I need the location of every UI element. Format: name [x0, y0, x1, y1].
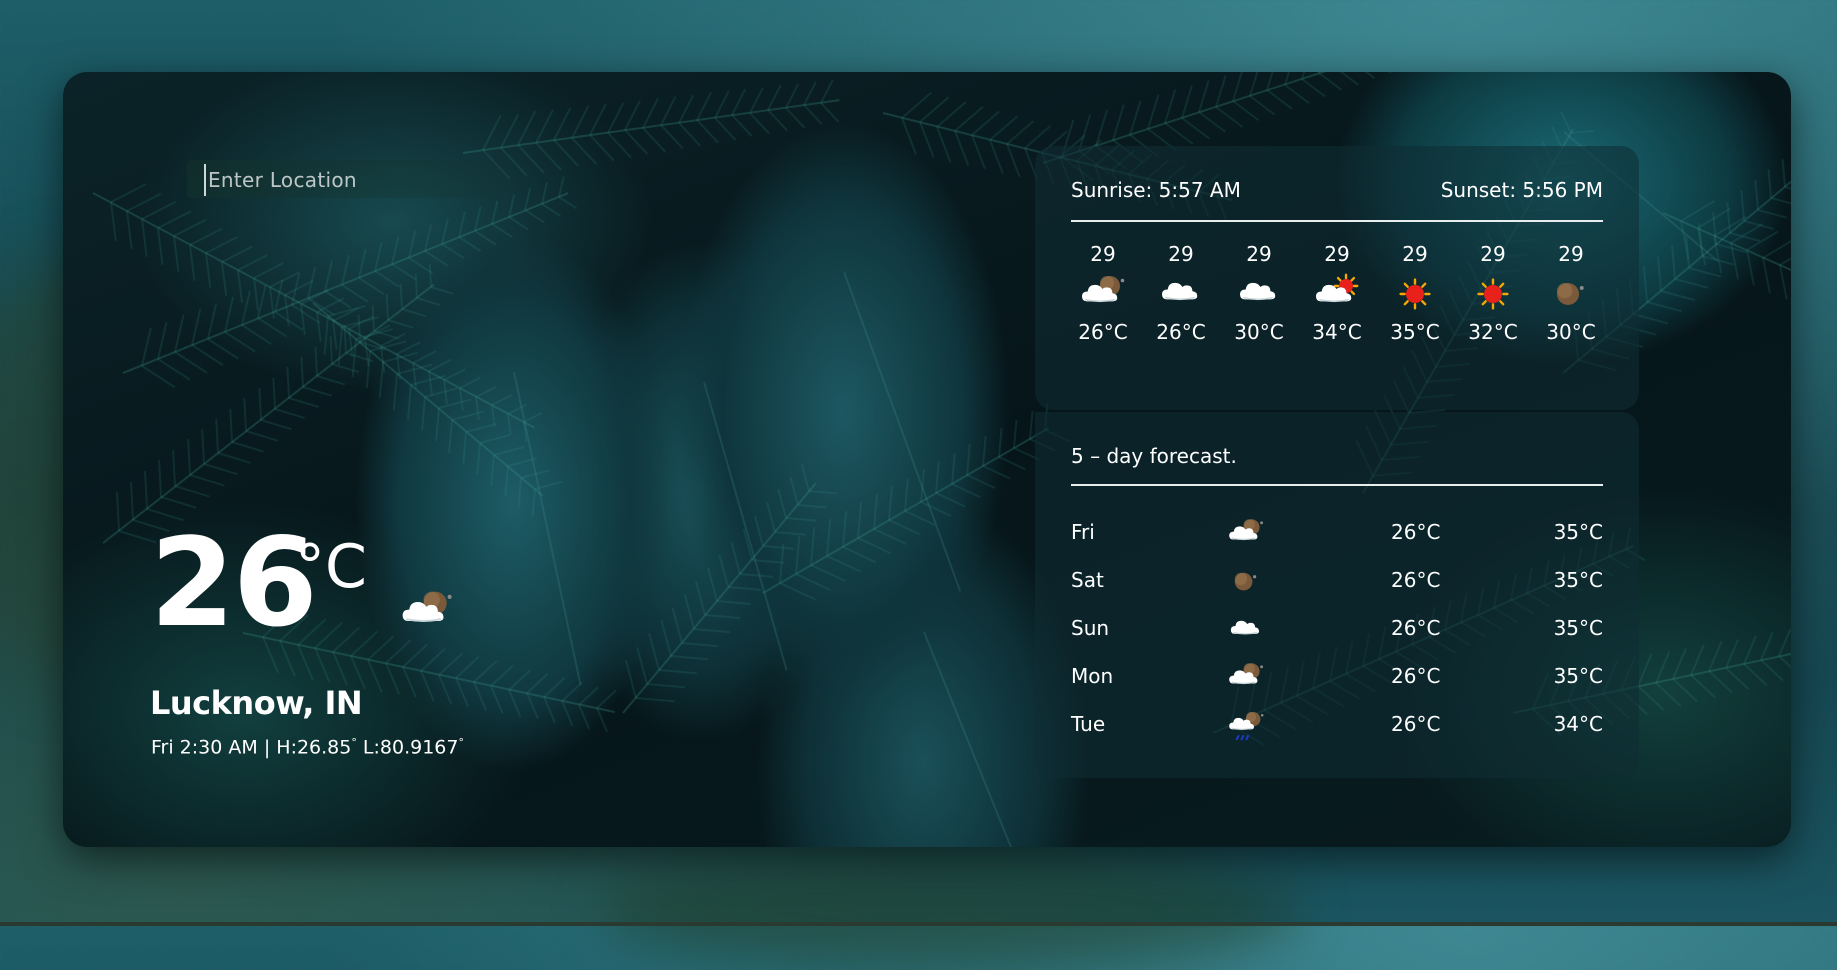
forecast-low: 26°C [1391, 712, 1441, 736]
forecast-low: 26°C [1391, 664, 1441, 688]
forecast-high: 35°C [1553, 664, 1603, 688]
hourly-temp: 30°C [1234, 320, 1284, 344]
current-temp-unit: °C [295, 532, 367, 602]
hourly-time: 29 [1480, 242, 1506, 266]
cloud-icon [1227, 272, 1291, 316]
forecast-day: Fri [1071, 520, 1095, 544]
forecast-list: Fri 26°C 35°C Sat 26°C 35°C Sun 26°C 35°… [1071, 512, 1603, 752]
forecast-day: Sun [1071, 616, 1110, 640]
sun-icon [1461, 272, 1525, 316]
hourly-temp: 34°C [1312, 320, 1362, 344]
location-search-input[interactable] [204, 164, 500, 196]
divider [1071, 220, 1603, 222]
forecast-high: 34°C [1553, 712, 1603, 736]
forecast-row: Sat 26°C 35°C [1071, 560, 1603, 608]
cloud-moon-icon [1223, 660, 1269, 690]
degree-symbol: ° [351, 736, 357, 749]
rain-moon-icon [1223, 708, 1269, 741]
hourly-temp: 32°C [1468, 320, 1518, 344]
hourly-time: 29 [1324, 242, 1350, 266]
forecast-high: 35°C [1553, 568, 1603, 592]
hourly-item: 29 26°C [1149, 242, 1213, 344]
hourly-time: 29 [1168, 242, 1194, 266]
meta-separator: | [263, 736, 271, 759]
longitude: L:80.9167 [362, 736, 459, 759]
cloud-icon [1149, 272, 1213, 316]
forecast-low: 26°C [1391, 520, 1441, 544]
sunset-time: Sunset: 5:56 PM [1440, 178, 1603, 202]
hourly-item: 29 26°C [1071, 242, 1135, 344]
forecast-day: Mon [1071, 664, 1114, 688]
hourly-forecast: 29 26°C 29 26°C 29 30°C 29 34°C 29 35°C … [1071, 242, 1603, 344]
hourly-panel: Sunrise: 5:57 AM Sunset: 5:56 PM 29 26°C… [1035, 146, 1639, 410]
hourly-temp: 30°C [1546, 320, 1596, 344]
hourly-time: 29 [1402, 242, 1428, 266]
city-name: Lucknow, IN [150, 684, 363, 722]
background-blur [600, 850, 1300, 970]
local-datetime: Fri 2:30 AM [151, 736, 258, 759]
sun-icon [1383, 272, 1447, 316]
cloud-moon-icon [398, 587, 456, 644]
forecast-day: Sat [1071, 568, 1104, 592]
moon-icon [1539, 272, 1603, 316]
latitude: H:26.85 [276, 736, 352, 759]
sunrise-time: Sunrise: 5:57 AM [1071, 178, 1241, 202]
forecast-row: Tue 26°C 34°C [1071, 704, 1603, 752]
location-meta: Fri 2:30 AM | H:26.85° L:80.9167° [151, 736, 464, 758]
forecast-row: Fri 26°C 35°C [1071, 512, 1603, 560]
forecast-row: Mon 26°C 35°C [1071, 656, 1603, 704]
weather-card: 26 °C Lucknow, IN Fri 2:30 AM | H:26.85°… [63, 72, 1791, 847]
forecast-low: 26°C [1391, 616, 1441, 640]
moon-icon [1223, 564, 1269, 594]
sun-times: Sunrise: 5:57 AM Sunset: 5:56 PM [1071, 178, 1603, 202]
current-temp-value: 26 [150, 512, 318, 654]
hourly-temp: 26°C [1078, 320, 1128, 344]
divider [1071, 484, 1603, 486]
hourly-item: 29 30°C [1227, 242, 1291, 344]
hourly-temp: 35°C [1390, 320, 1440, 344]
daily-forecast-panel: 5 – day forecast. Fri 26°C 35°C Sat 26°C… [1035, 412, 1639, 778]
forecast-high: 35°C [1553, 616, 1603, 640]
hourly-item: 29 35°C [1383, 242, 1447, 344]
hourly-item: 29 30°C [1539, 242, 1603, 344]
cloud-moon-icon [1223, 516, 1269, 546]
forecast-row: Sun 26°C 35°C [1071, 608, 1603, 656]
forecast-day: Tue [1071, 712, 1106, 736]
hourly-time: 29 [1246, 242, 1272, 266]
search-box [187, 160, 507, 198]
cloud-moon-icon [1071, 272, 1135, 316]
forecast-title: 5 – day forecast. [1071, 444, 1237, 468]
hourly-item: 29 32°C [1461, 242, 1525, 344]
degree-symbol: ° [458, 736, 464, 749]
hourly-item: 29 34°C [1305, 242, 1369, 344]
hourly-time: 29 [1558, 242, 1584, 266]
cloud-icon [1223, 612, 1269, 642]
hourly-time: 29 [1090, 242, 1116, 266]
bottom-bar [0, 922, 1837, 926]
current-temperature: 26 °C [150, 512, 367, 654]
forecast-high: 35°C [1553, 520, 1603, 544]
hourly-temp: 26°C [1156, 320, 1206, 344]
cloud-sun-icon [1305, 272, 1369, 316]
forecast-low: 26°C [1391, 568, 1441, 592]
